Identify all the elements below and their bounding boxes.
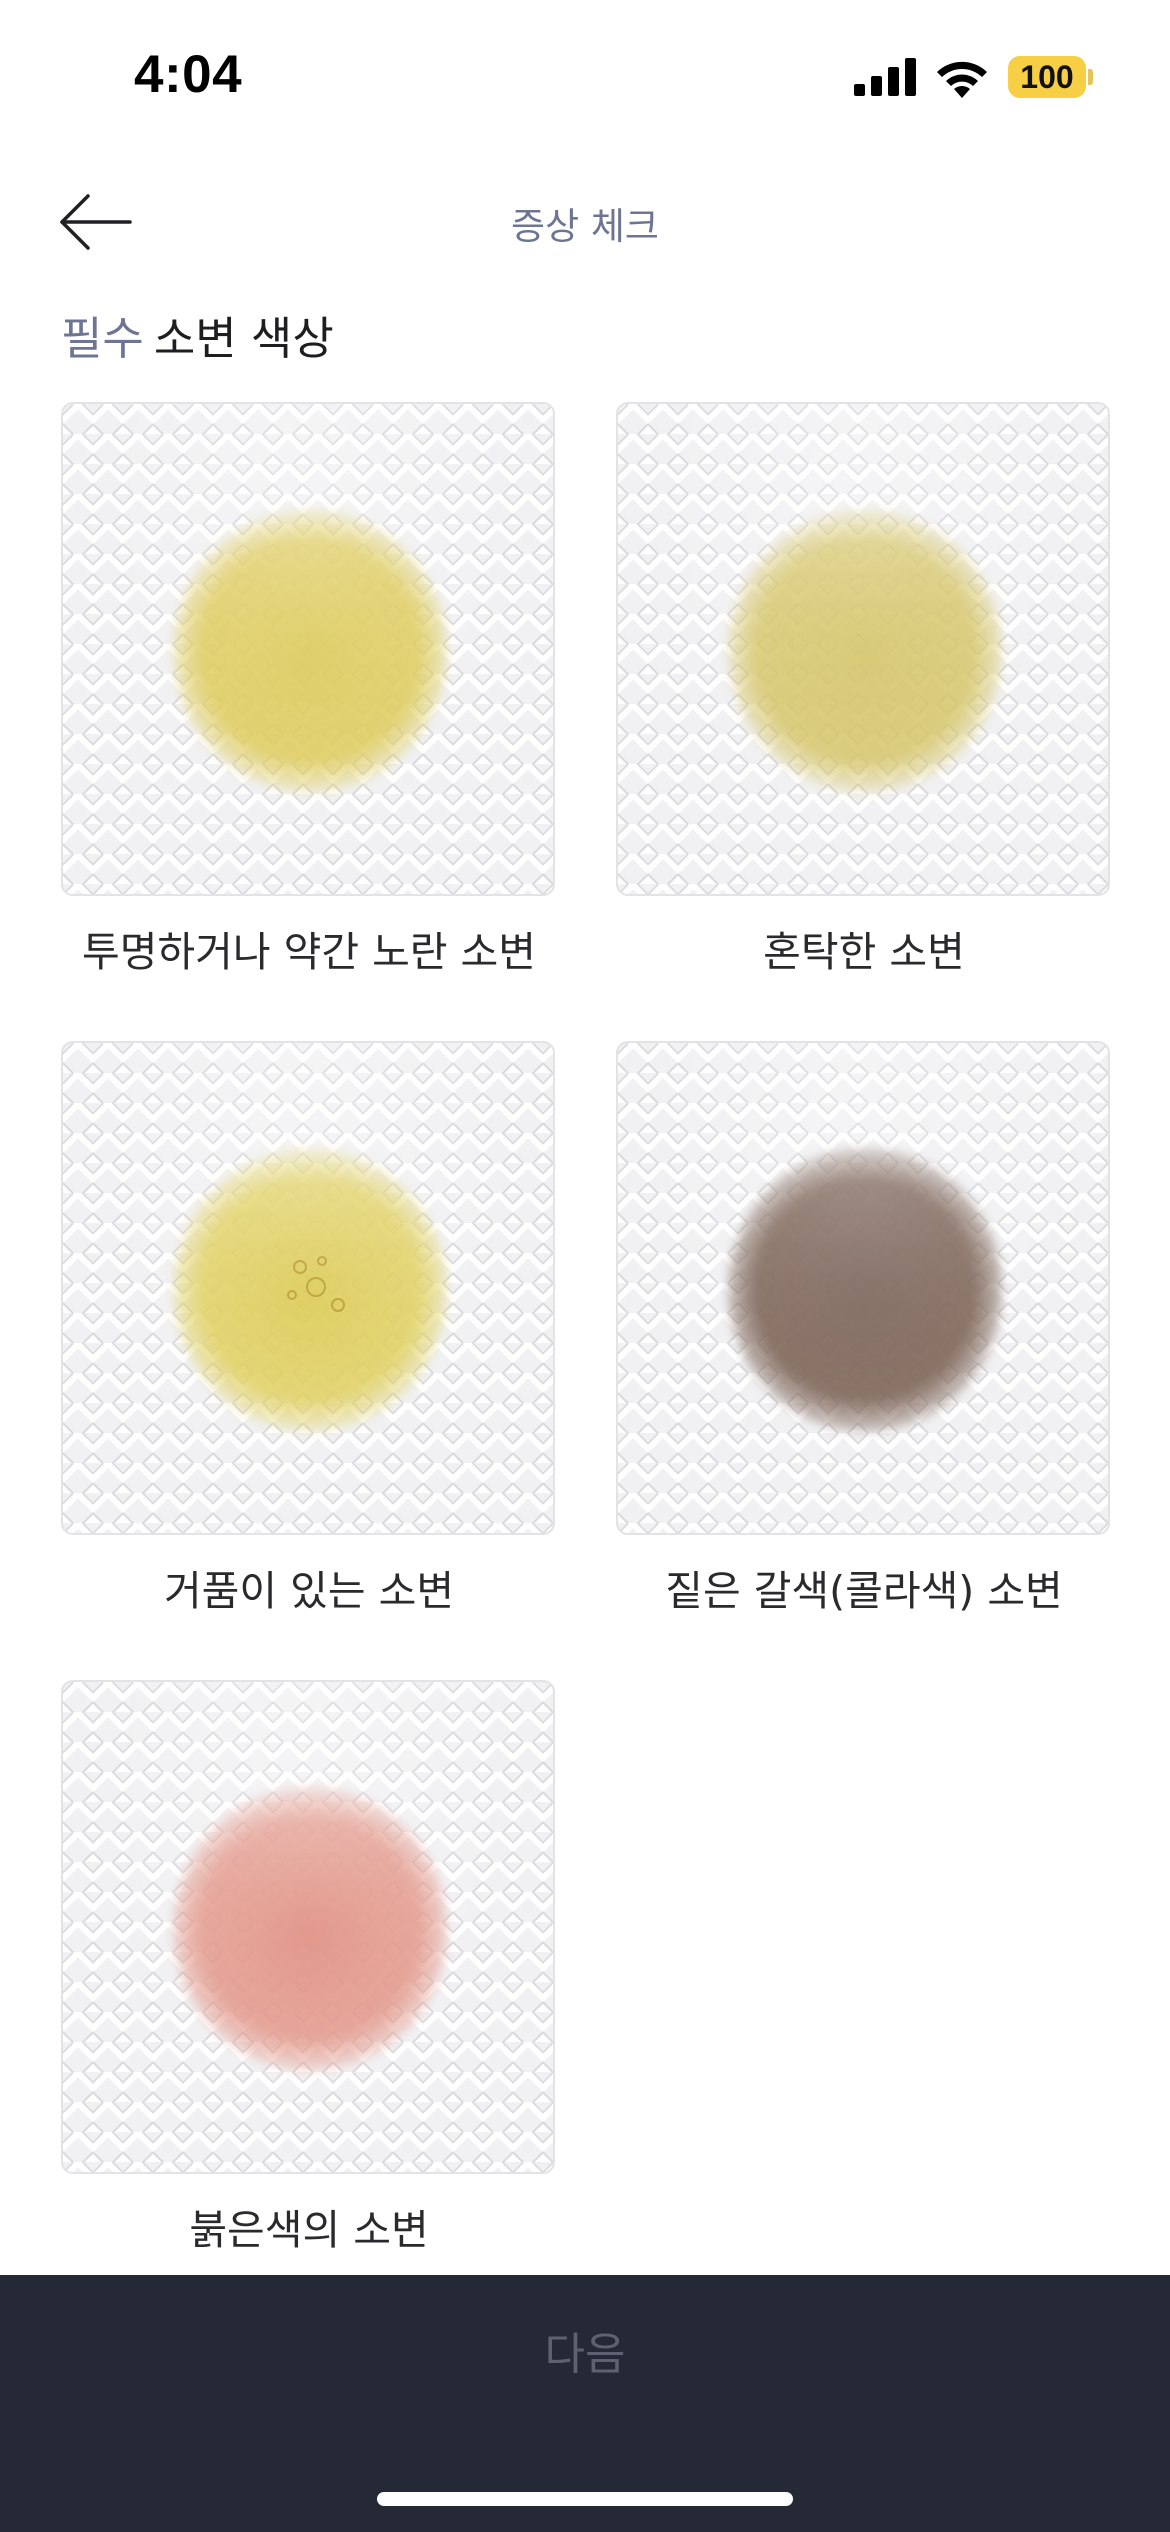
option-reddish[interactable]: 붉은색의 소변 <box>61 1680 557 2256</box>
battery-nub <box>1088 69 1093 85</box>
wifi-icon <box>937 61 987 98</box>
option-pale-yellow[interactable]: 투명하거나 약간 노란 소변 <box>61 402 557 978</box>
stain-swatch <box>728 509 1002 793</box>
option-image <box>61 1680 555 2174</box>
option-cloudy[interactable]: 혼탁한 소변 <box>616 402 1112 978</box>
option-label: 혼탁한 소변 <box>763 928 965 976</box>
home-indicator[interactable] <box>377 2492 793 2506</box>
stain-swatch <box>173 1787 447 2071</box>
bubbles-icon <box>287 1256 345 1312</box>
option-label: 거품이 있는 소변 <box>163 1567 455 1615</box>
stain-swatch <box>173 1148 447 1432</box>
option-label: 짙은 갈색(콜라색) 소변 <box>665 1567 1063 1615</box>
screen: 4:04 100 증상 체크 필수 소변 색상 투명하거나 약간 노란 소변 혼… <box>0 0 1170 2532</box>
status-bar: 4:04 100 <box>0 0 1170 150</box>
option-label: 투명하거나 약간 노란 소변 <box>81 928 537 976</box>
stain-swatch <box>173 509 447 793</box>
option-image <box>61 1041 555 1535</box>
battery-level: 100 <box>1020 58 1074 95</box>
section-label: 필수 소변 색상 <box>61 302 334 367</box>
cellular-signal-icon <box>854 58 916 96</box>
option-image <box>61 402 555 896</box>
page-title: 증상 체크 <box>511 205 659 248</box>
option-label: 붉은색의 소변 <box>189 2206 429 2254</box>
option-image <box>616 402 1110 896</box>
section-title: 소변 색상 <box>153 312 334 365</box>
option-dark-brown[interactable]: 짙은 갈색(콜라색) 소변 <box>616 1041 1112 1617</box>
stain-swatch <box>728 1148 1002 1432</box>
option-foamy[interactable]: 거품이 있는 소변 <box>61 1041 557 1617</box>
battery-indicator: 100 <box>1008 56 1086 98</box>
option-image <box>616 1041 1110 1535</box>
next-button[interactable]: 다음 <box>0 2275 1170 2425</box>
status-time: 4:04 <box>134 45 243 104</box>
required-tag: 필수 <box>61 312 144 365</box>
